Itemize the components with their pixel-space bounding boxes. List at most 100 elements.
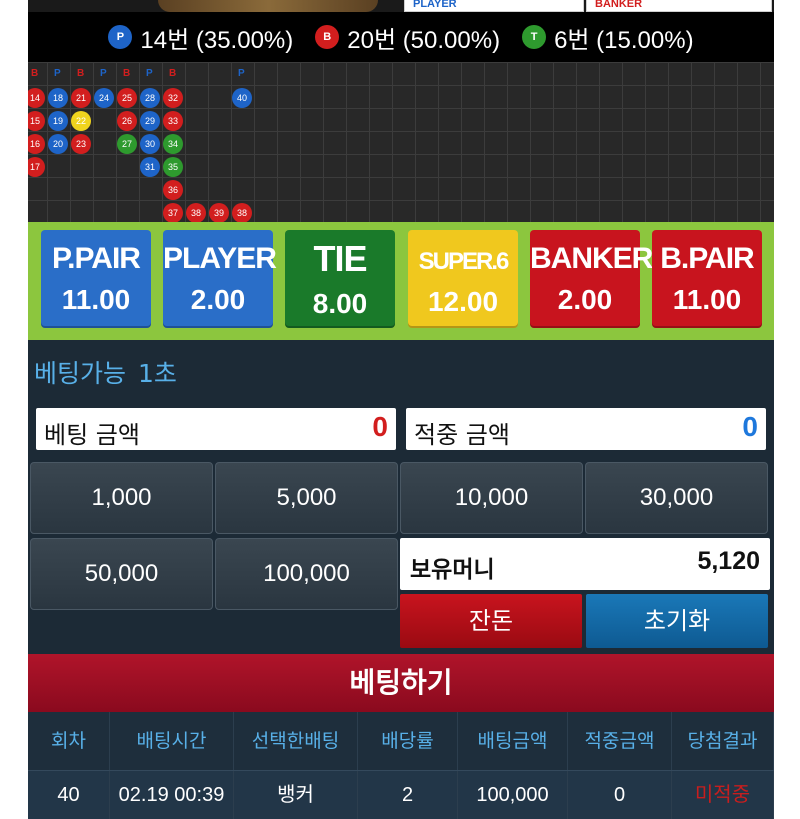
chip-50000-button[interactable]: 50,000 — [30, 538, 213, 610]
road-bead: 35 — [163, 157, 183, 177]
bet-options-area: P.PAIR 11.00 PLAYER 2.00 TIE 8.00 SUPER.6 12.00… — [28, 222, 774, 340]
betting-panel: 베팅가능 1초 베팅 금액 0 적중 금액 0 1,000 5,000 10,0… — [28, 340, 774, 654]
road-bead: 24 — [94, 88, 114, 108]
road-bead: 31 — [140, 157, 160, 177]
tie-dot-icon: T — [522, 25, 547, 49]
banker-cards-panel: BANKER — [586, 0, 772, 12]
road-bead: 22 — [71, 111, 91, 131]
history-cell: 02.19 00:39 — [110, 771, 234, 819]
player-dot-icon: P — [108, 25, 133, 49]
change-button[interactable]: 잔돈 — [400, 594, 582, 648]
history-header-cell: 선택한배팅 — [234, 712, 358, 770]
chip-5000-button[interactable]: 5,000 — [215, 462, 398, 534]
balance-label: 보유머니 — [410, 557, 495, 583]
chip-100000-button[interactable]: 100,000 — [215, 538, 398, 610]
road-column-label: B — [169, 68, 177, 79]
road-column-label: P — [146, 68, 153, 79]
road-bead: 33 — [163, 111, 183, 131]
bet-label: P.PAIR — [52, 242, 141, 275]
banker-cards-label: BANKER — [595, 0, 643, 10]
history-cell: 100,000 — [458, 771, 568, 819]
betting-available-time: 1초 — [137, 359, 177, 388]
live-video-strip: PLAYER BANKER — [28, 0, 774, 12]
road-bead: 25 — [117, 88, 137, 108]
road-bead: 27 — [117, 134, 137, 154]
bet-banker-button[interactable]: BANKER 2.00 — [530, 230, 653, 328]
road-column-label: B — [77, 68, 85, 79]
bet-odds: 2.00 — [190, 284, 246, 315]
road-column-label: P — [100, 68, 107, 79]
bet-super-6-button[interactable]: SUPER.6 12.00 — [408, 230, 518, 328]
road-bead: 29 — [140, 111, 160, 131]
bet-amount-label: 베팅 금액 — [44, 421, 140, 449]
win-amount-value: 0 — [742, 411, 758, 442]
road-column-label: P — [54, 68, 61, 79]
road-bead: 34 — [163, 134, 183, 154]
reset-button[interactable]: 초기화 — [586, 594, 768, 648]
bet-player-button[interactable]: PLAYER 2.00 — [163, 230, 277, 328]
road-bead: 32 — [163, 88, 183, 108]
road-bead: 14 — [28, 88, 45, 108]
stat-text: 6번 (15.00%) — [554, 26, 694, 54]
bet-history-header: 회차 배팅시간 선택한배팅 배당률 배팅금액 적중금액 당첨결과 — [28, 712, 774, 770]
road-bead: 15 — [28, 111, 45, 131]
road-bead: 26 — [117, 111, 137, 131]
bet-label: SUPER.6 — [418, 248, 510, 275]
road-bead: 23 — [71, 134, 91, 154]
road-bead: 17 — [28, 157, 45, 177]
bet-label: B.PAIR — [660, 242, 754, 275]
balance-value: 5,120 — [697, 547, 760, 575]
road-bead: 40 — [232, 88, 252, 108]
bet-odds: 8.00 — [312, 288, 368, 319]
bet-p-pair-button[interactable]: P.PAIR 11.00 — [41, 230, 151, 328]
road-column-label: P — [238, 68, 245, 79]
bet-label: PLAYER — [163, 242, 277, 275]
road-bead: 28 — [140, 88, 160, 108]
stat-item: P 14번 (35.00%) — [108, 20, 293, 55]
road-bead: 39 — [209, 203, 229, 222]
road-bead: 36 — [163, 180, 183, 200]
history-cell: 0 — [568, 771, 672, 819]
road-bead: 18 — [48, 88, 68, 108]
history-header-cell: 배팅금액 — [458, 712, 568, 770]
player-cards-label: PLAYER — [413, 0, 457, 10]
road-bead: 38 — [232, 203, 252, 222]
bet-amount-value: 0 — [372, 411, 388, 442]
result-statistics-bar: P 14번 (35.00%) B 20번 (50.00%) T 6번 (15.00%) — [28, 12, 774, 62]
bet-b-pair-button[interactable]: B.PAIR 11.00 — [652, 230, 762, 328]
bead-road-grid: B P B P B P B P 14 15 16 17 18 19 20 21 22 23 24 25 26 27 28 29… — [28, 62, 774, 222]
place-bet-button[interactable]: 베팅하기 — [28, 654, 774, 712]
bet-label: BANKER — [530, 242, 653, 275]
history-cell: 뱅커 — [234, 771, 358, 819]
history-header-cell: 당첨결과 — [672, 712, 774, 770]
history-header-cell: 배당률 — [358, 712, 458, 770]
bet-odds: 12.00 — [427, 286, 499, 317]
road-column-label: B — [31, 68, 39, 79]
road-bead: 16 — [28, 134, 45, 154]
banker-dot-icon: B — [315, 25, 340, 49]
bet-label: TIE — [313, 238, 367, 279]
road-bead: 21 — [71, 88, 91, 108]
stat-text: 20번 (50.00%) — [347, 26, 501, 54]
road-bead: 19 — [48, 111, 68, 131]
bet-amount-field: 베팅 금액 0 — [36, 408, 396, 450]
chip-10000-button[interactable]: 10,000 — [400, 462, 583, 534]
dealer-table-edge — [158, 0, 378, 12]
road-column-label: B — [123, 68, 131, 79]
win-amount-label: 적중 금액 — [414, 421, 510, 449]
win-amount-field: 적중 금액 0 — [406, 408, 766, 450]
bet-history-row: 40 02.19 00:39 뱅커 2 100,000 0 미적중 — [28, 770, 774, 819]
chip-1000-button[interactable]: 1,000 — [30, 462, 213, 534]
road-bead: 30 — [140, 134, 160, 154]
chip-30000-button[interactable]: 30,000 — [585, 462, 768, 534]
history-cell: 40 — [28, 771, 110, 819]
betting-available-timer: 베팅가능 1초 — [34, 354, 177, 390]
bet-tie-button[interactable]: TIE 8.00 — [285, 230, 395, 328]
stat-item: B 20번 (50.00%) — [315, 20, 500, 55]
bet-odds: 2.00 — [557, 284, 613, 315]
stat-item: T 6번 (15.00%) — [522, 20, 694, 55]
road-bead: 37 — [163, 203, 183, 222]
history-cell: 미적중 — [672, 771, 774, 819]
history-header-cell: 적중금액 — [568, 712, 672, 770]
road-bead: 38 — [186, 203, 206, 222]
